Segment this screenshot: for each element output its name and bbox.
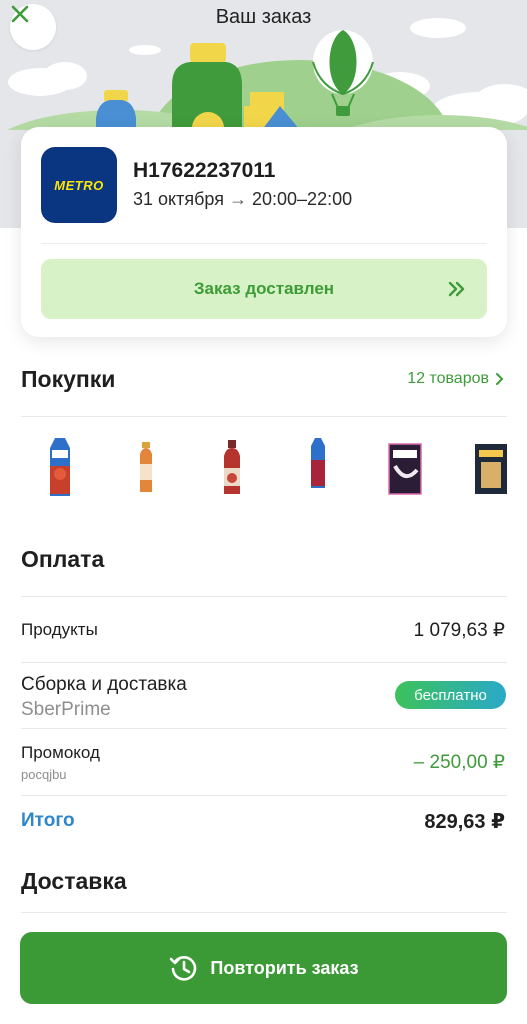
purchases-title: Покупки xyxy=(21,366,116,392)
order-time-slot: 20:00–22:00 xyxy=(252,189,353,209)
order-delivery-time: 31 октября → 20:00–22:00 xyxy=(133,189,352,210)
juice-bottle-icon[interactable] xyxy=(137,436,155,502)
card-divider xyxy=(41,243,487,244)
arrow-right-icon: → xyxy=(228,189,247,209)
store-logo: METRO xyxy=(41,147,117,223)
cereal-box-icon[interactable] xyxy=(387,436,423,502)
delivery-section-divider xyxy=(21,912,507,913)
items-count-label: 12 товаров xyxy=(407,370,489,387)
page-title: Ваш заказ xyxy=(215,6,312,28)
delivery-title: Доставка xyxy=(21,868,127,894)
juice-bottle-icon[interactable] xyxy=(221,436,243,502)
repeat-order-label: Повторить заказ xyxy=(210,957,359,978)
products-label: Продукты xyxy=(21,620,98,639)
products-divider xyxy=(21,662,507,663)
free-badge: бесплатно xyxy=(395,681,506,709)
delivery-fee-label: Сборка и доставка xyxy=(21,674,187,695)
juice-carton-icon[interactable] xyxy=(47,436,73,502)
order-status-button[interactable]: Заказ доставлен xyxy=(41,259,487,319)
promo-label: Промокод xyxy=(21,743,100,762)
order-card: METRO H17622237011 31 октября → 20:00–22… xyxy=(21,127,507,337)
history-icon xyxy=(170,956,197,981)
store-logo-text: METRO xyxy=(54,177,104,193)
items-count-link[interactable]: 12 товаров xyxy=(407,370,505,388)
payment-title: Оплата xyxy=(21,546,105,572)
juice-carton-icon[interactable] xyxy=(309,436,327,502)
order-status-label: Заказ доставлен xyxy=(193,279,335,298)
double-chevron-right-icon xyxy=(448,281,465,297)
promo-value: – 250,00 ₽ xyxy=(413,752,505,773)
repeat-order-button[interactable]: Повторить заказ xyxy=(20,932,507,1004)
order-date: 31 октября xyxy=(133,189,224,209)
delivery-divider xyxy=(21,728,507,729)
delivery-fee-subscription: SberPrime xyxy=(21,699,111,720)
total-label: Итого xyxy=(21,810,75,831)
product-thumbnails[interactable] xyxy=(21,436,527,502)
purchases-divider xyxy=(21,416,507,417)
promo-divider xyxy=(21,795,507,796)
cereal-box-icon[interactable] xyxy=(473,436,509,502)
chevron-right-icon xyxy=(496,373,504,385)
promo-code: pocqjbu xyxy=(21,767,67,782)
order-number: H17622237011 xyxy=(133,159,276,182)
products-value: 1 079,63 ₽ xyxy=(413,620,505,641)
payment-divider xyxy=(21,596,507,597)
total-value: 829,63 ₽ xyxy=(424,811,505,833)
